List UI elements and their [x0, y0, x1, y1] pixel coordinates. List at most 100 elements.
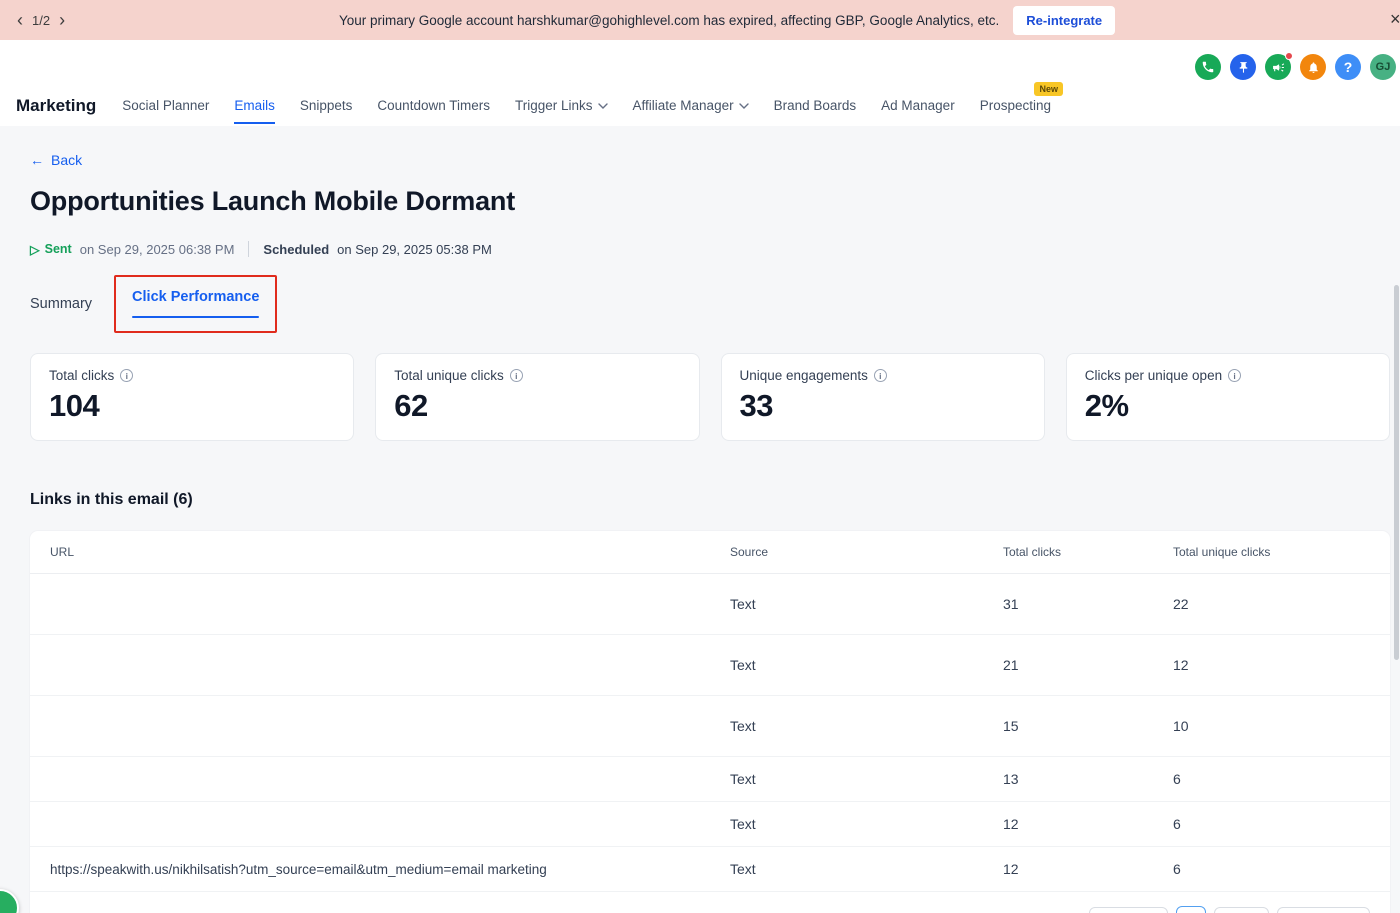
tab-affiliate-manager[interactable]: Affiliate Manager	[633, 88, 749, 124]
main-nav: Marketing Social Planner Emails Snippets…	[16, 86, 1384, 126]
stat-label: Clicks per unique open	[1085, 368, 1222, 383]
sent-label: Sent	[45, 242, 72, 256]
col-source: Source	[730, 531, 1003, 574]
total-clicks-cell: 21	[1003, 635, 1173, 696]
stat-value: 62	[394, 388, 680, 424]
quick-actions: ? GJ	[16, 48, 1396, 86]
url-cell	[30, 635, 730, 696]
new-badge: New	[1034, 82, 1063, 96]
pin-icon[interactable]	[1230, 54, 1256, 80]
sent-icon: ▷	[30, 242, 40, 257]
banner-pager: ‹ 1/2 ›	[14, 11, 68, 29]
stat-card-clicks-per-unique-open: Clicks per unique open i 2%	[1066, 353, 1390, 441]
col-url: URL	[30, 531, 730, 574]
bell-icon[interactable]	[1300, 54, 1326, 80]
source-cell: Text	[730, 847, 1003, 892]
scrollbar[interactable]	[1394, 285, 1399, 660]
tab-affiliate-manager-label: Affiliate Manager	[633, 98, 734, 113]
reintegrate-button[interactable]: Re-integrate	[1013, 6, 1115, 35]
stat-cards: Total clicks i 104 Total unique clicks i…	[30, 353, 1390, 441]
stat-value: 2%	[1085, 388, 1371, 424]
url-cell: https://speakwith.us/nikhilsatish?utm_so…	[30, 847, 730, 892]
tab-click-performance[interactable]: Click Performance	[132, 289, 259, 318]
annotation-highlight-box: Click Performance	[114, 275, 277, 333]
tab-trigger-links-label: Trigger Links	[515, 98, 593, 113]
info-icon[interactable]: i	[120, 369, 133, 382]
phone-icon[interactable]	[1195, 54, 1221, 80]
page-number[interactable]: 1	[1176, 906, 1206, 913]
banner-next-icon[interactable]: ›	[56, 11, 68, 29]
page-title: Opportunities Launch Mobile Dormant	[30, 186, 1390, 217]
total-clicks-cell: 15	[1003, 696, 1173, 757]
next-page-button[interactable]: Next	[1214, 907, 1269, 913]
tab-brand-boards[interactable]: Brand Boards	[774, 88, 857, 124]
stat-label: Unique engagements	[740, 368, 868, 383]
tab-emails[interactable]: Emails	[234, 88, 275, 124]
banner-prev-icon[interactable]: ‹	[14, 11, 26, 29]
unique-clicks-cell: 6	[1173, 847, 1390, 892]
tab-summary[interactable]: Summary	[30, 296, 92, 312]
report-tabs: Summary Click Performance	[30, 275, 1390, 333]
scheduled-timestamp: on Sep 29, 2025 05:38 PM	[337, 242, 492, 257]
tab-trigger-links[interactable]: Trigger Links	[515, 88, 608, 124]
banner-message: Your primary Google account harshkumar@g…	[339, 13, 999, 28]
source-cell: Text	[730, 802, 1003, 847]
url-cell	[30, 574, 730, 635]
banner-close-icon[interactable]: ×	[1390, 9, 1400, 30]
table-row: Text 12 6	[30, 802, 1390, 847]
back-link[interactable]: ← Back	[30, 152, 82, 168]
url-cell	[30, 757, 730, 802]
stat-card-total-clicks: Total clicks i 104	[30, 353, 354, 441]
source-cell: Text	[730, 635, 1003, 696]
active-tab-underline	[132, 316, 259, 318]
unique-clicks-cell: 22	[1173, 574, 1390, 635]
info-icon[interactable]: i	[510, 369, 523, 382]
chevron-down-icon	[598, 103, 608, 109]
url-cell	[30, 802, 730, 847]
tab-prospecting[interactable]: Prospecting New	[980, 88, 1051, 124]
total-clicks-cell: 31	[1003, 574, 1173, 635]
page-size-select[interactable]: 10 / page	[1277, 907, 1370, 913]
status-row: ▷ Sent on Sep 29, 2025 06:38 PM Schedule…	[30, 241, 1390, 257]
tab-countdown-timers[interactable]: Countdown Timers	[377, 88, 490, 124]
table-row: Text 15 10	[30, 696, 1390, 757]
stat-card-unique-engagements: Unique engagements i 33	[721, 353, 1045, 441]
info-icon[interactable]: i	[1228, 369, 1241, 382]
back-arrow-icon: ←	[30, 152, 44, 168]
table-header-row: URL Source Total clicks Total unique cli…	[30, 531, 1390, 574]
total-clicks-cell: 13	[1003, 757, 1173, 802]
status-badge: ▷ Sent	[30, 242, 72, 257]
unique-clicks-cell: 6	[1173, 757, 1390, 802]
sent-timestamp: on Sep 29, 2025 06:38 PM	[80, 242, 235, 257]
notification-dot	[1285, 52, 1293, 60]
table-row: Text 13 6	[30, 757, 1390, 802]
help-icon[interactable]: ?	[1335, 54, 1361, 80]
avatar[interactable]: GJ	[1370, 54, 1396, 80]
stat-label: Total clicks	[49, 368, 114, 383]
tab-snippets[interactable]: Snippets	[300, 88, 353, 124]
table-row: https://speakwith.us/nikhilsatish?utm_so…	[30, 847, 1390, 892]
total-clicks-cell: 12	[1003, 847, 1173, 892]
back-label: Back	[51, 152, 82, 168]
col-total-unique-clicks: Total unique clicks	[1173, 531, 1390, 574]
stat-value: 33	[740, 388, 1026, 424]
source-cell: Text	[730, 574, 1003, 635]
info-icon[interactable]: i	[874, 369, 887, 382]
links-section-title: Links in this email (6)	[30, 491, 1390, 509]
table-row: Text 31 22	[30, 574, 1390, 635]
announcements-icon[interactable]	[1265, 54, 1291, 80]
tab-click-performance-label: Click Performance	[132, 289, 259, 305]
banner-page-count: 1/2	[30, 13, 52, 28]
links-table-card: URL Source Total clicks Total unique cli…	[30, 531, 1390, 913]
unique-clicks-cell: 10	[1173, 696, 1390, 757]
previous-page-button[interactable]: Previous	[1089, 907, 1168, 913]
tab-social-planner[interactable]: Social Planner	[122, 88, 209, 124]
stat-card-total-unique-clicks: Total unique clicks i 62	[375, 353, 699, 441]
source-cell: Text	[730, 696, 1003, 757]
unique-clicks-cell: 12	[1173, 635, 1390, 696]
tab-prospecting-label: Prospecting	[980, 98, 1051, 113]
top-bar: ? GJ Marketing Social Planner Emails Sni…	[0, 40, 1400, 126]
divider	[248, 241, 249, 257]
stat-value: 104	[49, 388, 335, 424]
tab-ad-manager[interactable]: Ad Manager	[881, 88, 955, 124]
